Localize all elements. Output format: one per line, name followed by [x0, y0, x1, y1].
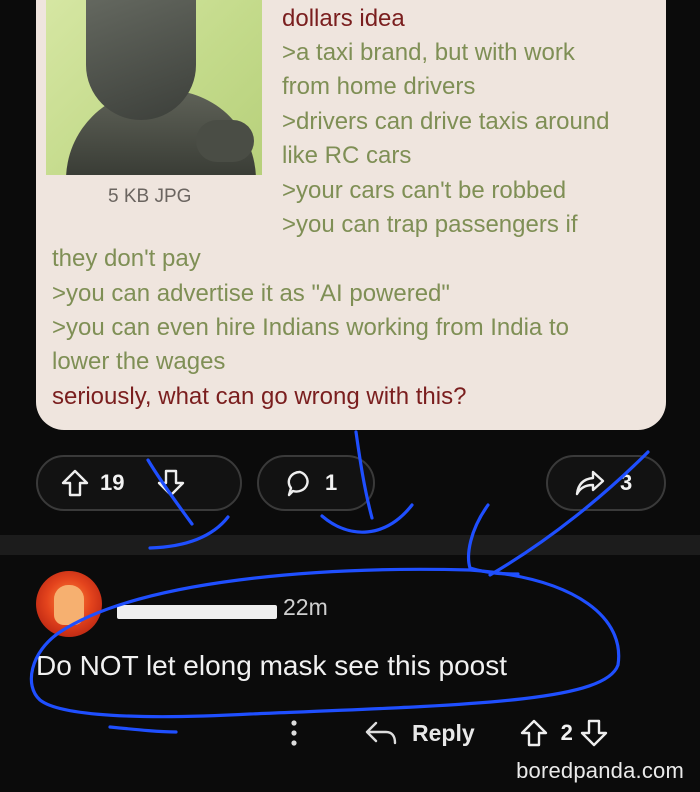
image-shape — [196, 120, 254, 162]
greentext-line: they don't pay — [52, 245, 201, 272]
section-divider — [0, 535, 700, 555]
comment-icon — [285, 468, 315, 498]
share-button[interactable]: 3 — [546, 455, 666, 511]
greentext-line: >you can trap passengers if — [282, 211, 578, 238]
greentext-line: lower the wages — [52, 348, 226, 375]
greentext-line: >you can advertise it as "AI powered" — [52, 280, 450, 307]
reply-label: Reply — [412, 719, 475, 746]
greentext-line: >a taxi brand, but with work — [282, 39, 575, 66]
more-options-icon[interactable] — [280, 715, 308, 751]
comment-time: 22m — [283, 594, 328, 620]
share-icon — [574, 468, 606, 498]
watermark: boredpanda.com — [516, 758, 684, 783]
comment-downvote-icon[interactable] — [579, 718, 609, 748]
comment-text: Do NOT let elong mask see this poost — [36, 650, 508, 681]
reply-icon — [364, 718, 398, 748]
comments-button[interactable]: 1 — [257, 455, 375, 511]
reply-button[interactable]: Reply — [364, 718, 475, 748]
upvote-icon[interactable] — [60, 468, 90, 498]
file-meta: 5 KB JPG — [108, 186, 192, 207]
vote-pill: 19 — [36, 455, 242, 511]
image-shape — [86, 0, 196, 120]
greentext-line: >drivers can drive taxis around — [282, 108, 610, 135]
downvote-icon[interactable] — [156, 468, 186, 498]
annotation-stroke — [29, 567, 621, 719]
post-card[interactable]: 5 KB JPG dollars idea >a taxi brand, but… — [36, 0, 666, 430]
comment-vote-count: 2 — [560, 720, 573, 745]
annotation-stroke — [108, 725, 178, 734]
greentext-line: from home drivers — [282, 73, 476, 100]
share-count: 3 — [620, 470, 633, 495]
comment-count: 1 — [325, 470, 338, 495]
username-redacted — [117, 597, 277, 619]
post-text-line: seriously, what can go wrong with this? — [52, 383, 467, 410]
comment-upvote-icon[interactable] — [519, 718, 549, 748]
greentext-line: >your cars can't be robbed — [282, 177, 567, 204]
upvote-count: 19 — [100, 470, 125, 495]
greentext-line: >you can even hire Indians working from … — [52, 314, 569, 341]
greentext-line: like RC cars — [282, 142, 412, 169]
post-text-line: dollars idea — [282, 5, 405, 32]
avatar-character — [54, 585, 84, 625]
post-image[interactable] — [46, 0, 262, 175]
comment-actions: Reply 2 — [280, 715, 609, 751]
avatar[interactable] — [36, 571, 102, 637]
